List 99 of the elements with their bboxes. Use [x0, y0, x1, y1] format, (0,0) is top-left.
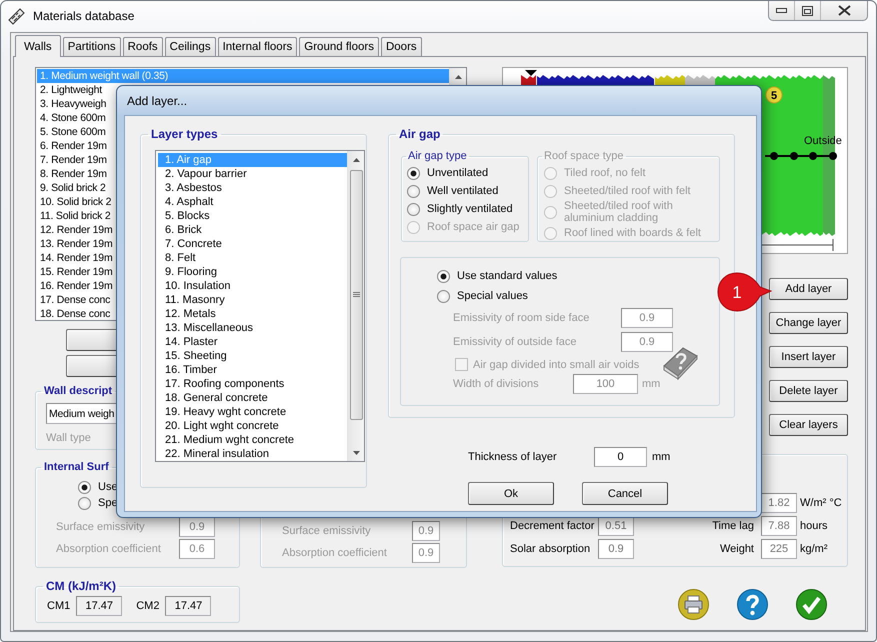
down-arrow-icon[interactable] — [352, 450, 360, 454]
field-label: Thickness of layer — [468, 451, 558, 463]
layer-button[interactable]: Change layer — [769, 312, 848, 334]
radio-button[interactable]: Unventilated — [407, 164, 528, 182]
input-field[interactable]: 0.51 — [598, 516, 634, 536]
layer-button[interactable]: Add layer — [769, 278, 848, 300]
field-label: Solar absorption — [510, 543, 592, 555]
field-label: Surface emissivity — [56, 521, 146, 533]
field-label: CM1 — [47, 600, 70, 612]
list-item[interactable]: 18. General concrete — [158, 391, 347, 405]
field-label: Emissivity of outside face — [453, 336, 578, 348]
up-arrow-icon[interactable] — [454, 74, 462, 78]
field-label: Time lag — [711, 520, 755, 532]
list-item[interactable]: 5. Blocks — [158, 209, 347, 223]
minimize-icon — [776, 8, 787, 13]
ruler-pencil-icon — [7, 6, 26, 26]
input-field[interactable]: 225 — [761, 539, 797, 559]
group-title: CM (kJ/m²K) — [45, 579, 118, 593]
input-field[interactable]: 7.88 — [761, 516, 797, 536]
field-label: Absorption coefficient — [282, 547, 388, 559]
list-item[interactable]: 13. Miscellaneous — [158, 321, 347, 335]
input-field[interactable]: 17.47 — [165, 596, 212, 616]
tab[interactable]: Roofs — [122, 37, 163, 56]
list-item[interactable]: 3. Asbestos — [158, 181, 347, 195]
input-field[interactable]: 0 — [594, 447, 647, 467]
radio-icon[interactable] — [78, 496, 91, 510]
list-item[interactable]: 7. Concrete — [158, 237, 347, 251]
list-item[interactable]: 4. Asphalt — [158, 195, 347, 209]
field-label: Surface emissivity — [282, 525, 372, 537]
group-title: Wall descript — [43, 384, 114, 398]
field-label: Absorption coefficient — [56, 543, 162, 555]
up-arrow-icon[interactable] — [352, 158, 360, 162]
list-item[interactable]: 11. Masonry — [158, 293, 347, 307]
list-item[interactable]: 15. Sheeting — [158, 349, 347, 363]
list-item[interactable]: 8. Felt — [158, 251, 347, 265]
layer-button[interactable]: Clear layers — [769, 414, 848, 436]
input-field[interactable]: 1.82 — [761, 493, 797, 513]
unit-label: mm — [652, 451, 670, 463]
radio-icon[interactable] — [437, 270, 450, 282]
layer-button[interactable]: Insert layer — [769, 346, 848, 368]
list-item[interactable]: 22. Mineral insulation — [158, 447, 347, 461]
unit-label: kg/m² — [800, 543, 828, 555]
radio-icon[interactable] — [437, 290, 450, 302]
maximize-icon — [802, 6, 813, 16]
unit-label: mm — [642, 378, 660, 390]
input-field[interactable]: 0.9 — [598, 539, 634, 559]
radio-icon[interactable] — [407, 166, 420, 180]
print-button[interactable] — [678, 589, 709, 620]
dialog-button[interactable]: Ok — [468, 482, 554, 505]
step-callout: 1 — [718, 272, 772, 312]
input-field[interactable]: 17.47 — [76, 596, 122, 616]
tab[interactable]: Doors — [380, 37, 422, 56]
list-item[interactable]: 17. Roofing components — [158, 377, 347, 391]
list-item[interactable]: 12. Metals — [158, 307, 347, 321]
help-button[interactable] — [737, 589, 768, 620]
close-icon — [838, 5, 850, 16]
group-title: Internal Surf — [43, 460, 110, 474]
group-title: Layer types — [150, 127, 219, 141]
group-title: Air gap type — [407, 149, 468, 163]
group-title: Roof space type — [543, 149, 624, 163]
unit-label: W/m² °C — [800, 497, 843, 509]
tab[interactable]: Ceilings — [164, 37, 216, 56]
tab[interactable]: Internal floors — [218, 37, 298, 56]
node-line — [765, 152, 837, 160]
list-item[interactable]: 9. Flooring — [158, 265, 347, 279]
radio-icon[interactable] — [407, 184, 420, 198]
list-item[interactable]: 20. Light wght concrete — [158, 419, 347, 433]
tab[interactable]: Walls — [15, 35, 61, 57]
scrollbar[interactable] — [347, 151, 364, 461]
layer-button[interactable]: Delete layer — [769, 380, 848, 402]
field-label: Emissivity of room side face — [453, 312, 590, 324]
confirm-button[interactable] — [796, 589, 827, 620]
window-title: Materials database — [33, 9, 134, 23]
radio-button[interactable]: Well ventilated — [407, 182, 528, 200]
field-label: Wall type — [46, 432, 91, 444]
list-item[interactable]: 16. Timber — [158, 363, 347, 377]
radio-button[interactable]: Use standard values — [437, 266, 719, 286]
layer-badge: 5 — [766, 86, 782, 104]
list-item[interactable]: 10. Insulation — [158, 279, 347, 293]
tab[interactable]: Partitions — [62, 37, 121, 56]
dialog-button[interactable]: Cancel — [582, 482, 668, 505]
group-title: Air gap — [398, 127, 442, 141]
radio-icon[interactable] — [407, 202, 420, 216]
list-item[interactable]: 2. Vapour barrier — [158, 167, 347, 181]
list-item[interactable]: 21. Medium wght concrete — [158, 433, 347, 447]
field-label: Weight — [718, 543, 755, 555]
field-label: Decrement factor — [510, 520, 595, 532]
field-label: Width of divisions — [453, 378, 540, 390]
radio-icon[interactable] — [78, 480, 91, 494]
list-item[interactable]: 6. Brick — [158, 223, 347, 237]
list-item[interactable]: 19. Heavy wght concrete — [158, 405, 347, 419]
dialog-title: Add layer... — [127, 94, 188, 108]
scroll-thumb[interactable] — [350, 170, 362, 420]
unit-label: hours — [800, 520, 829, 532]
list-item[interactable]: 14. Plaster — [158, 335, 347, 349]
radio-button[interactable]: Slightly ventilated — [407, 200, 528, 218]
tab[interactable]: Ground floors — [299, 37, 379, 56]
radio-button[interactable]: Special values — [437, 286, 719, 306]
field-label: CM2 — [136, 600, 160, 612]
